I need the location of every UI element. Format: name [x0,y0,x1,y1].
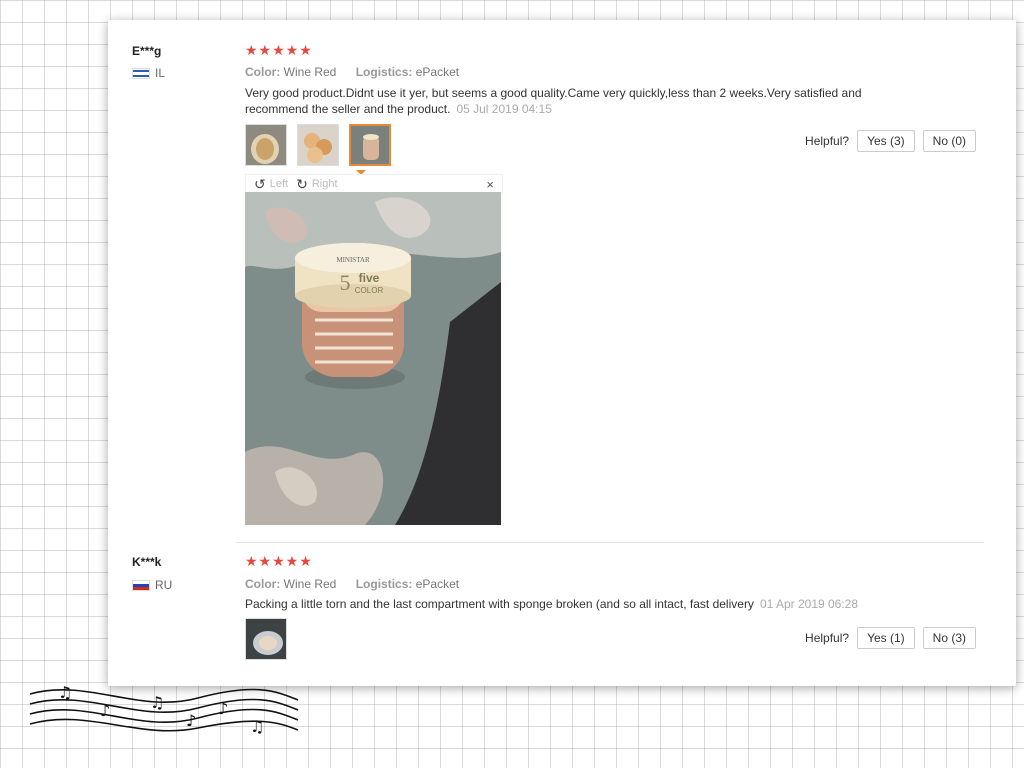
reviews-panel: E***g IL ★★★★★ Color: Wine Red Logistics… [108,20,1016,686]
product-five-text: five [359,271,380,285]
review-photo-thumbnail-selected[interactable] [349,124,391,166]
helpful-label: Helpful? [805,134,850,148]
review-item: E***g IL ★★★★★ Color: Wine Red Logistics… [108,20,1016,542]
review-photo-thumbnail[interactable] [245,124,287,166]
svg-text:♪: ♪ [218,699,228,718]
svg-text:♫: ♫ [250,717,264,736]
review-date: 05 Jul 2019 04:15 [456,102,552,116]
review-body: Packing a little torn and the last compa… [245,597,754,611]
reviewer-country: IL [132,66,165,80]
reviewer-name: E***g [132,44,162,58]
helpful-label: Helpful? [805,631,850,645]
review-photos [245,124,391,166]
country-code: RU [155,578,173,592]
product-color-text: COLOR [355,286,384,295]
review-meta: Color: Wine Red Logistics: ePacket [245,577,475,591]
svg-text:♫: ♫ [150,693,164,712]
svg-text:♪: ♪ [100,701,110,720]
svg-text:♫: ♫ [58,683,72,702]
color-label: Color: [245,65,281,79]
israel-flag-icon [132,67,150,79]
helpful-no-button[interactable]: No (0) [922,130,976,152]
review-text: Packing a little torn and the last compa… [245,596,965,612]
logistics-label: Logistics: [355,65,413,79]
rotate-left-label: Left [269,178,289,190]
logistics-value: ePacket [415,577,460,591]
review-item: K***k RU ★★★★★ Color: Wine Red Logistics… [108,544,1016,686]
product-number-text: 5 [340,270,351,295]
color-label: Color: [245,577,281,591]
country-code: IL [155,66,166,80]
review-body: Very good product.Didnt use it yer, but … [245,86,862,116]
close-icon[interactable]: × [486,177,494,192]
review-photo-enlarged: MINISTAR 5 five COLOR [245,192,501,525]
review-divider [236,542,984,543]
logistics-label: Logistics: [355,577,413,591]
logistics-value: ePacket [415,65,460,79]
review-photo-thumbnail[interactable] [245,618,287,660]
rotate-right-button[interactable]: ↻ Right [296,176,337,193]
rotate-left-button[interactable]: ↺ Left [254,176,288,193]
review-photos [245,618,287,660]
helpful-vote: Helpful? Yes (1) No (3) [805,627,976,649]
helpful-yes-button[interactable]: Yes (1) [857,627,915,649]
review-meta: Color: Wine Red Logistics: ePacket [245,65,475,79]
review-photo-thumbnail[interactable] [297,124,339,166]
review-text: Very good product.Didnt use it yer, but … [245,85,905,117]
reviewer-name: K***k [132,555,162,569]
helpful-yes-button[interactable]: Yes (3) [857,130,915,152]
rotate-right-icon: ↻ [296,175,308,192]
product-brand-text: MINISTAR [336,256,370,264]
review-date: 01 Apr 2019 06:28 [759,597,859,611]
reviewer-country: RU [132,578,172,592]
rating-stars: ★★★★★ [245,42,313,58]
color-value: Wine Red [283,65,337,79]
russia-flag-icon [132,579,150,591]
helpful-vote: Helpful? Yes (3) No (0) [805,130,976,152]
color-value: Wine Red [283,577,337,591]
rotate-left-icon: ↺ [254,175,266,192]
svg-text:♪: ♪ [186,711,196,730]
product-photo: MINISTAR 5 five COLOR [245,192,501,525]
rating-stars: ★★★★★ [245,553,313,569]
music-notes-decoration-icon: ♫ ♪ ♫ ♪ ♪ ♫ [29,683,299,736]
helpful-no-button[interactable]: No (3) [922,627,976,649]
rotate-right-label: Right [311,178,338,190]
photo-viewer-toolbar: ↺ Left ↻ Right × [245,174,503,194]
